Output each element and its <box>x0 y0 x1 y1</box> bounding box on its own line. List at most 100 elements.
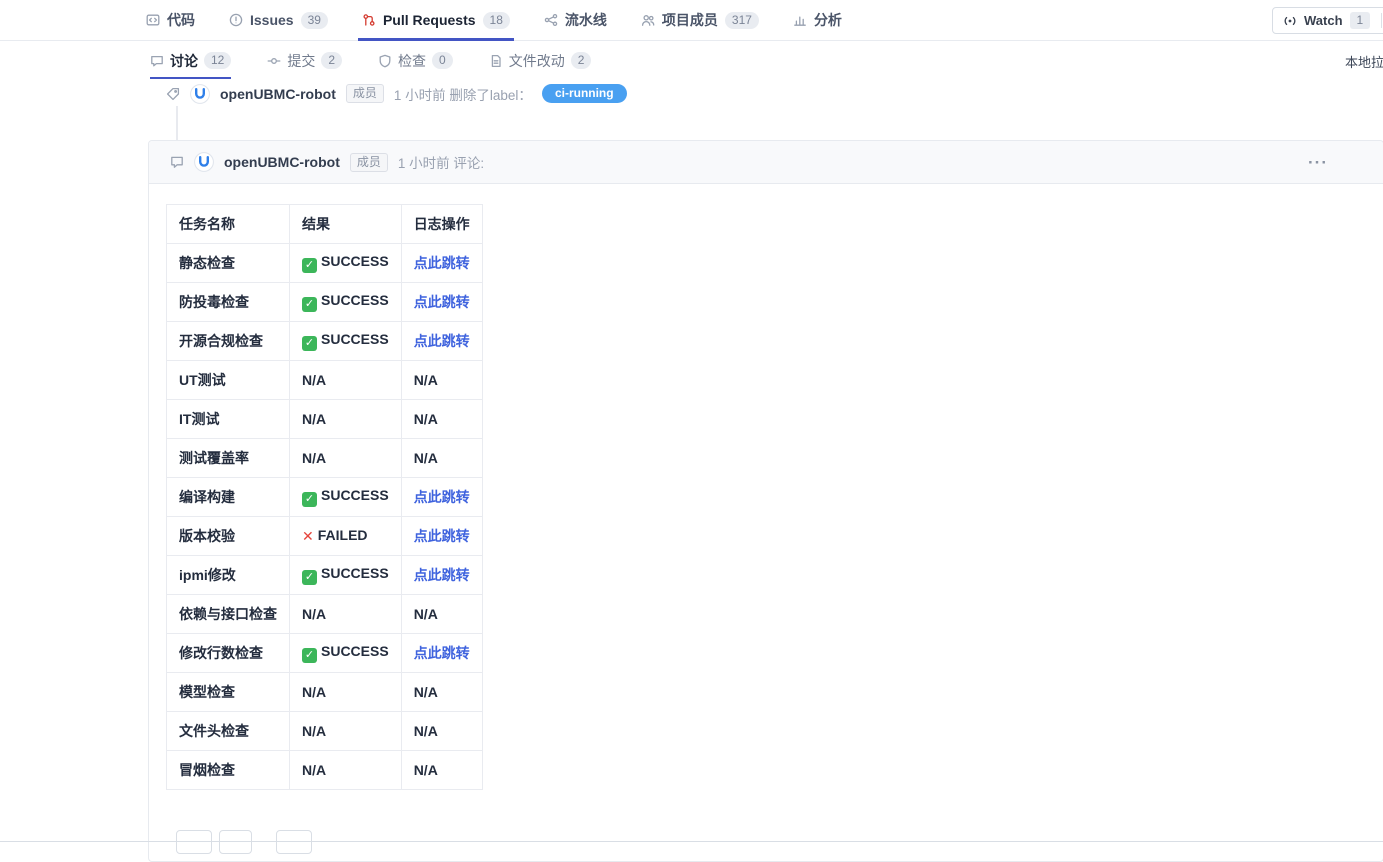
ci-table-row: 模型检查 N/A N/A <box>166 672 483 712</box>
tab-discussion[interactable]: 讨论 12 <box>150 41 232 80</box>
watch-button[interactable]: Watch 1 <box>1272 7 1383 34</box>
result-text: N/A <box>302 372 327 388</box>
task-name-cell: 版本校验 <box>166 516 290 556</box>
log-cell: N/A <box>400 399 483 439</box>
reaction-button[interactable] <box>276 830 312 854</box>
log-jump-link[interactable]: 点此跳转 <box>414 567 470 583</box>
success-icon: ✓ <box>302 336 317 351</box>
result-cell: ✓ SUCCESS <box>289 555 402 595</box>
log-cell: N/A <box>400 594 483 634</box>
issues-icon <box>229 13 243 27</box>
nav-item-code[interactable]: 代码 <box>146 0 195 41</box>
log-cell: N/A <box>400 438 483 478</box>
ci-table-row: 版本校验 ✕ FAILED 点此跳转 <box>166 516 483 556</box>
user-name[interactable]: openUBMC-robot <box>224 154 340 170</box>
nav-item-label: 代码 <box>167 12 195 28</box>
log-text: N/A <box>413 684 438 700</box>
log-text: N/A <box>413 723 438 739</box>
tab-badge: 0 <box>432 52 453 69</box>
result-cell: N/A <box>289 750 402 790</box>
success-icon: ✓ <box>302 492 317 507</box>
log-cell: N/A <box>400 360 483 400</box>
result-cell: ✓ SUCCESS <box>289 633 402 673</box>
nav-item-label: Pull Requests <box>382 12 476 28</box>
label-ci-running[interactable]: ci-running <box>541 84 627 103</box>
log-jump-link[interactable]: 点此跳转 <box>414 255 470 271</box>
result-text: N/A <box>302 606 327 622</box>
success-icon: ✓ <box>302 258 317 273</box>
result-text: SUCCESS <box>321 253 389 269</box>
avatar[interactable] <box>190 83 210 104</box>
log-text: N/A <box>413 606 438 622</box>
success-icon: ✓ <box>302 297 317 312</box>
task-name-cell: 测试覆盖率 <box>166 438 290 478</box>
result-cell: ✓ SUCCESS <box>289 477 402 517</box>
result-text: N/A <box>302 450 327 466</box>
nav-item-analysis[interactable]: 分析 <box>793 0 842 41</box>
nav-item-issues[interactable]: Issues 39 <box>229 0 328 41</box>
discussion-icon <box>150 54 164 68</box>
avatar[interactable] <box>194 152 214 172</box>
nav-item-pipelines[interactable]: 流水线 <box>544 0 607 41</box>
ci-table-body: 静态检查 ✓ SUCCESS 点此跳转 防投毒检查 ✓ SUCCESS 点此跳转 开源合规检查 ✓… <box>166 243 483 790</box>
log-cell: 点此跳转 <box>400 516 483 556</box>
result-text: SUCCESS <box>321 292 389 308</box>
result-cell: N/A <box>289 594 402 634</box>
tab-label: 讨论 <box>170 52 198 69</box>
comment-icon <box>170 155 184 169</box>
reaction-button[interactable] <box>219 830 252 854</box>
task-name-cell: 静态检查 <box>166 243 290 283</box>
log-jump-link[interactable]: 点此跳转 <box>414 294 470 310</box>
result-cell: ✓ SUCCESS <box>289 321 402 361</box>
log-jump-link[interactable]: 点此跳转 <box>414 528 470 544</box>
log-cell: 点此跳转 <box>400 321 483 361</box>
log-jump-link[interactable]: 点此跳转 <box>414 489 470 505</box>
log-jump-link[interactable]: 点此跳转 <box>414 333 470 349</box>
task-name-cell: 开源合规检查 <box>166 321 290 361</box>
top-nav-items: 代码 Issues 39 Pull Requests 18 流水线 项目成员 317 分析 <box>146 0 842 41</box>
result-cell: N/A <box>289 399 402 439</box>
task-name-cell: 防投毒检查 <box>166 282 290 322</box>
tab-commits[interactable]: 提交 2 <box>267 41 343 80</box>
local-pull-link[interactable]: 本地拉 <box>1345 52 1383 71</box>
task-name-cell: 依赖与接口检查 <box>166 594 290 634</box>
analysis-icon <box>793 13 807 27</box>
tab-file-changes[interactable]: 文件改动 2 <box>489 41 592 80</box>
task-name-cell: 修改行数检查 <box>166 633 290 673</box>
timeline-label-event: openUBMC-robot 成员 1 小时前 删除了label： ci-run… <box>166 83 627 104</box>
ci-table-row: 编译构建 ✓ SUCCESS 点此跳转 <box>166 477 483 517</box>
result-cell: N/A <box>289 711 402 751</box>
log-cell: N/A <box>400 672 483 712</box>
result-cell: ✓ SUCCESS <box>289 243 402 283</box>
reaction-button[interactable] <box>176 830 212 854</box>
log-cell: 点此跳转 <box>400 633 483 673</box>
pipeline-icon <box>544 13 558 27</box>
log-cell: N/A <box>400 750 483 790</box>
members-icon <box>641 13 655 27</box>
nav-item-members[interactable]: 项目成员 317 <box>641 0 759 41</box>
nav-item-pull-requests[interactable]: Pull Requests 18 <box>357 0 514 41</box>
pull-request-icon <box>362 13 376 27</box>
log-jump-link[interactable]: 点此跳转 <box>414 645 470 661</box>
more-options-icon[interactable]: ··· <box>1308 154 1328 171</box>
tab-label: 提交 <box>287 52 316 69</box>
task-name-cell: ipmi修改 <box>166 555 290 595</box>
comment-body: 任务名称 结果 日志操作 静态检查 ✓ SUCCESS 点此跳转 防投毒检查 ✓ SUCCE… <box>149 184 1383 790</box>
task-name-cell: IT测试 <box>166 399 290 439</box>
result-text: SUCCESS <box>321 331 389 347</box>
watch-count-badge: 1 <box>1349 12 1371 29</box>
result-cell: N/A <box>289 672 402 712</box>
nav-item-label: 项目成员 <box>661 12 718 28</box>
result-text: N/A <box>302 684 327 700</box>
log-text: N/A <box>413 372 438 388</box>
tab-badge: 2 <box>570 52 592 69</box>
log-text: N/A <box>413 762 438 778</box>
success-icon: ✓ <box>302 570 317 585</box>
log-cell: N/A <box>400 711 483 751</box>
timeline-connector <box>176 106 178 140</box>
tab-checks[interactable]: 检查 0 <box>378 41 453 80</box>
member-badge: 成员 <box>349 152 388 172</box>
nav-item-label: Issues <box>250 12 294 28</box>
ci-table-row: 依赖与接口检查 N/A N/A <box>166 594 483 634</box>
user-name[interactable]: openUBMC-robot <box>220 86 336 102</box>
